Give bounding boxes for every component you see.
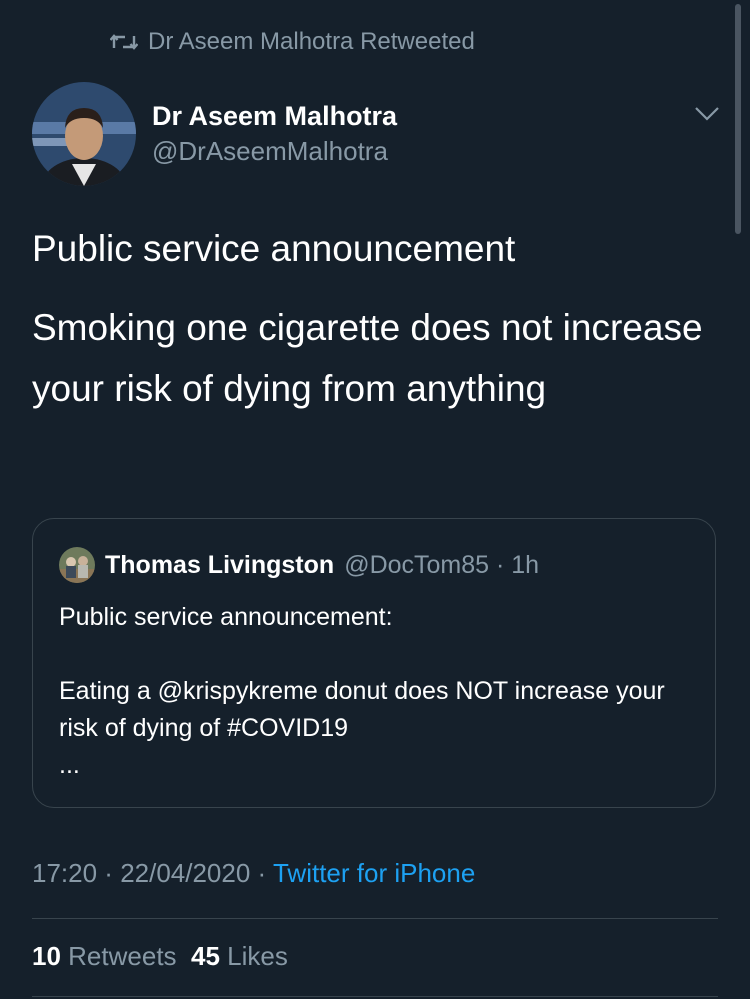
quoted-tweet-header: Thomas Livingston @DocTom85 · 1h	[59, 547, 539, 583]
quoted-ellipsis: ...	[59, 751, 80, 779]
retweets-count: 10	[32, 941, 61, 971]
tweet-text-line: Smoking one cigarette does not increase …	[32, 307, 703, 409]
retweets-stat[interactable]: 10 Retweets	[32, 941, 177, 971]
author-handle[interactable]: @DrAseemMalhotra	[152, 134, 397, 168]
tweet-author[interactable]: Dr Aseem Malhotra @DrAseemMalhotra	[32, 82, 397, 186]
quoted-text-line: Public service announcement:	[59, 603, 393, 631]
quoted-text-line: Eating a @krispykreme donut does NOT inc…	[59, 677, 665, 742]
author-name[interactable]: Dr Aseem Malhotra	[152, 100, 397, 132]
quoted-author-handle[interactable]: @DocTom85	[344, 551, 489, 579]
tweet-timestamp: 17:20 · 22/04/2020 · Twitter for iPhone	[32, 858, 476, 888]
tweet-time: 17:20	[32, 858, 98, 888]
tweet-date: 22/04/2020	[120, 858, 251, 888]
quoted-tweet[interactable]: Thomas Livingston @DocTom85 · 1h Public …	[32, 518, 716, 808]
tweet-text-line: Public service announcement	[32, 228, 516, 269]
divider	[32, 996, 718, 997]
chevron-down-icon[interactable]	[694, 106, 720, 127]
retweets-label: Retweets	[68, 941, 177, 971]
likes-count: 45	[191, 941, 220, 971]
tweet-stats: 10 Retweets 45 Likes	[32, 941, 288, 972]
likes-stat[interactable]: 45 Likes	[191, 941, 288, 971]
tweet-source-link[interactable]: Twitter for iPhone	[273, 858, 475, 888]
retweet-icon	[110, 32, 138, 52]
quoted-author-name[interactable]: Thomas Livingston	[105, 551, 334, 580]
retweet-header: Dr Aseem Malhotra Retweeted	[110, 28, 475, 56]
scrollbar[interactable]	[735, 4, 741, 234]
quoted-time: 1h	[511, 550, 540, 579]
retweet-label: Dr Aseem Malhotra Retweeted	[148, 28, 475, 55]
tweet-text: Public service announcement Smoking one …	[32, 218, 722, 419]
quoted-author-meta: @DocTom85 · 1h	[344, 550, 540, 579]
quoted-tweet-text: Public service announcement: Eating a @k…	[59, 599, 699, 784]
divider	[32, 918, 718, 919]
quoted-avatar[interactable]	[59, 547, 95, 583]
likes-label: Likes	[227, 941, 288, 971]
avatar[interactable]	[32, 82, 136, 186]
